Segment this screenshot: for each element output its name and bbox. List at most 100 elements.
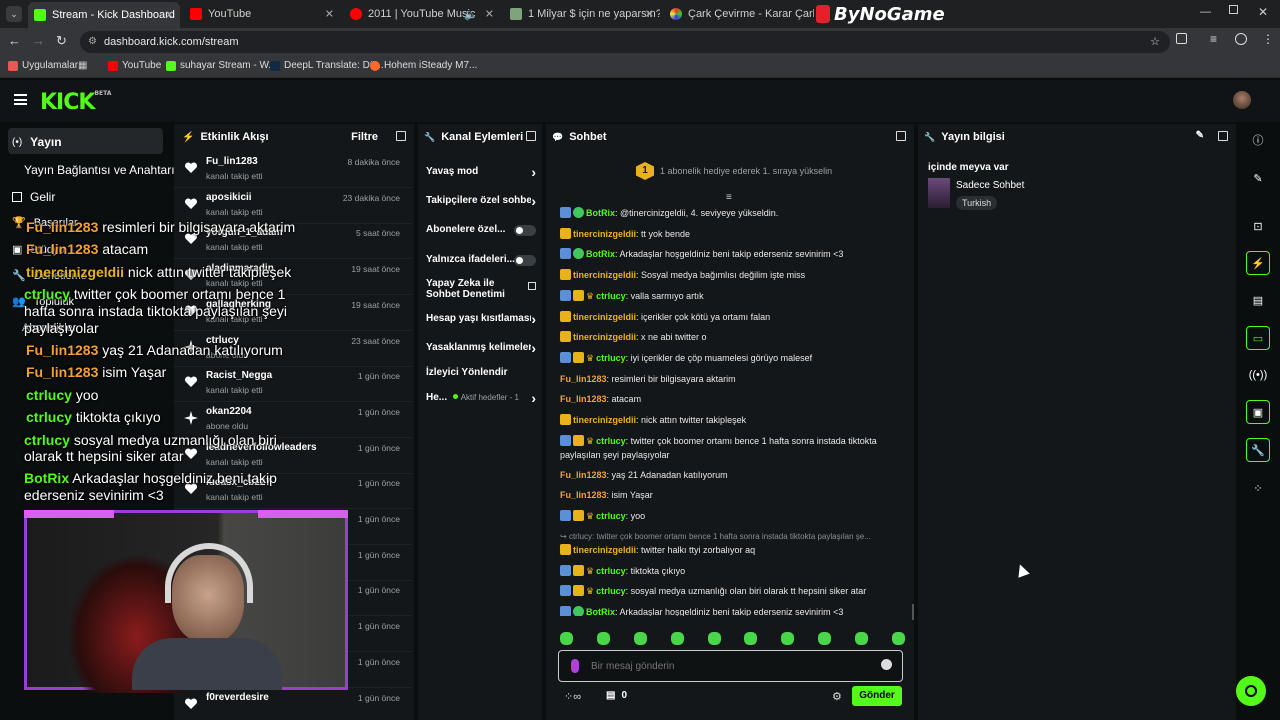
- emoji-icon[interactable]: [881, 659, 892, 670]
- close-tab-icon[interactable]: ✕: [165, 9, 174, 22]
- speaker-icon[interactable]: 🔈: [464, 8, 478, 21]
- tab-search-button[interactable]: ⌄: [6, 6, 22, 22]
- bookmark-hohem[interactable]: Hohem iSteady M7...: [370, 60, 477, 71]
- emote-icon[interactable]: [670, 632, 684, 645]
- tab-youtube-music[interactable]: 2011 | YouTube Music 🔈 ✕: [344, 4, 500, 24]
- chat-username[interactable]: ctrlucy: [596, 586, 626, 596]
- chat-username[interactable]: Fu_lin1283: [560, 374, 607, 384]
- activity-bolt-icon[interactable]: ⚡: [1246, 251, 1270, 275]
- rewards-icon[interactable]: ⁘: [1246, 476, 1270, 500]
- forward-icon[interactable]: →: [32, 33, 45, 48]
- chat-username[interactable]: ctrlucy: [596, 353, 626, 363]
- chat-message[interactable]: Fu_lin1283: atacam: [560, 392, 905, 406]
- chat-message-input[interactable]: [591, 657, 871, 675]
- tab-kick-dashboard[interactable]: Stream - Kick Dashboard ✕: [28, 2, 180, 28]
- language-tag[interactable]: Turkish: [956, 196, 998, 210]
- chat-username[interactable]: ctrlucy: [596, 291, 626, 301]
- chat-username[interactable]: BotRix: [586, 607, 615, 616]
- chat-message[interactable]: tinercinizgeldii: Sosyal medya bağımlısı…: [560, 268, 905, 282]
- broadcast-icon[interactable]: ((•)): [1246, 363, 1270, 387]
- emote-icon[interactable]: [707, 632, 721, 645]
- popout-icon[interactable]: [526, 131, 536, 141]
- emote-icon[interactable]: [596, 632, 610, 645]
- close-window-button[interactable]: ✕: [1258, 5, 1268, 19]
- chat-message[interactable]: Fu_lin1283: resimleri bir bilgisayara ak…: [560, 372, 905, 386]
- activity-row[interactable]: Fu_lin1283 kanalı takip etti 8 dakika önce: [174, 152, 412, 188]
- chat-message[interactable]: tinercinizgeldii: içerikler çok kötü ya …: [560, 310, 905, 324]
- activity-row[interactable]: f0reverdesire 1 gün önce: [174, 688, 412, 720]
- bookmark-kick[interactable]: suhayar Stream - W...: [166, 60, 277, 71]
- chat-message[interactable]: Fu_lin1283: yaş 21 Adanadan katılıyorum: [560, 468, 905, 482]
- chat-message[interactable]: ♛ ctrlucy: yoo: [560, 509, 905, 523]
- send-button[interactable]: Gönder: [852, 686, 902, 706]
- chat-message[interactable]: tinercinizgeldii: tt yok bende: [560, 227, 905, 241]
- user-avatar[interactable]: [1233, 91, 1251, 109]
- emotes-only-row[interactable]: Yalnızca ifadeleri...: [426, 254, 536, 266]
- chat-message[interactable]: ♛ ctrlucy: tiktokta çıkıyo: [560, 564, 905, 578]
- subscribers-only-toggle[interactable]: [514, 225, 536, 236]
- chat-username[interactable]: BotRix: [586, 249, 615, 259]
- popout-icon[interactable]: [1218, 131, 1228, 141]
- chat-username[interactable]: tinercinizgeldii: [573, 545, 636, 555]
- minimize-button[interactable]: —: [1200, 6, 1211, 18]
- chat-message[interactable]: tinercinizgeldii: nick attın twitter tak…: [560, 413, 905, 427]
- chat-message[interactable]: BotRix: @tinercinizgeldii, 4. seviyeye y…: [560, 206, 905, 220]
- chat-message[interactable]: ♛ ctrlucy: iyi içerikler de çöp muamelesi…: [560, 351, 905, 365]
- chat-username[interactable]: ctrlucy: [596, 566, 626, 576]
- chat-username[interactable]: tinercinizgeldii: [573, 270, 636, 280]
- chat-reply-context[interactable]: ↪ ctrlucy: twitter çok boomer ortamı ben…: [560, 530, 905, 544]
- menu-item-stream-key[interactable]: Yayın Bağlantısı ve Anahtarı: [24, 163, 175, 177]
- category-name[interactable]: Sadece Sohbet: [956, 180, 1024, 191]
- account-age-row[interactable]: Hesap yaşı kısıtlaması ›: [426, 313, 536, 324]
- chat-message[interactable]: ♛ ctrlucy: valla sarmıyo artık: [560, 289, 905, 303]
- chat-username[interactable]: ctrlucy: [596, 511, 626, 521]
- chat-scrollbar[interactable]: [912, 604, 914, 620]
- goals-row[interactable]: He... Aktif hedefler - 1 ›: [426, 392, 536, 403]
- close-tab-icon[interactable]: ✕: [325, 8, 334, 21]
- pin-icon[interactable]: ≡: [726, 192, 732, 203]
- emotes-only-toggle[interactable]: [514, 255, 536, 266]
- moderation-wrench-icon[interactable]: 🔧: [1246, 438, 1270, 462]
- chat-input[interactable]: [558, 650, 903, 682]
- banned-words-row[interactable]: Yasaklanmış kelimeler ›: [426, 342, 536, 353]
- url-bar[interactable]: ⚙ dashboard.kick.com/stream ☆: [80, 31, 1170, 53]
- chat-settings-icon[interactable]: ⚙: [832, 690, 842, 703]
- popout-icon[interactable]: [896, 131, 906, 141]
- browser-menu-icon[interactable]: ⋮: [1262, 32, 1274, 46]
- emote-icon[interactable]: [818, 632, 832, 645]
- emote-icon[interactable]: [744, 632, 758, 645]
- chat-username[interactable]: tinercinizgeldii: [573, 332, 636, 342]
- kick-logo[interactable]: KICKBETA: [40, 90, 111, 115]
- tab-youtube[interactable]: YouTube ✕: [184, 4, 340, 24]
- chat-message[interactable]: tinercinizgeldii: x ne abi twitter o: [560, 330, 905, 344]
- chat-message[interactable]: tinercinizgeldii: twitter halkı ttyi zor…: [560, 543, 905, 557]
- emote-icon[interactable]: [633, 632, 647, 645]
- emote-icon[interactable]: [560, 632, 573, 645]
- tab-cark[interactable]: Çark Çevirme - Karar Çarkı: [664, 4, 814, 24]
- emote-icon[interactable]: [855, 632, 868, 645]
- slow-mode-row[interactable]: Yavaş mod ›: [426, 165, 536, 179]
- edit-icon[interactable]: ✎: [1246, 166, 1270, 190]
- chat-username[interactable]: tinercinizgeldii: [573, 229, 636, 239]
- profile-icon[interactable]: [1235, 33, 1247, 45]
- chat-username[interactable]: BotRix: [586, 208, 615, 218]
- chat-message[interactable]: BotRix: Arkadaşlar hoşgeldiniz beni taki…: [560, 247, 905, 261]
- info-icon[interactable]: ⓘ: [1246, 128, 1270, 152]
- chat-username[interactable]: tinercinizgeldii: [573, 415, 636, 425]
- raid-row[interactable]: İzleyici Yönlendir: [426, 367, 536, 378]
- notes-icon[interactable]: ▤: [1246, 288, 1270, 312]
- chat-message[interactable]: ♛ ctrlucy: sosyal medya uzmanlığı olan bi…: [560, 584, 905, 598]
- edit-pencil-icon[interactable]: ✎: [1196, 130, 1204, 141]
- ai-moderation-row[interactable]: Yapay Zeka ile Sohbet Denetimi: [426, 278, 536, 300]
- site-info-icon[interactable]: ⚙: [88, 31, 97, 53]
- chat-toggle-icon[interactable]: ▭: [1246, 326, 1270, 350]
- microphone-icon[interactable]: [571, 659, 579, 673]
- bookmark-apps[interactable]: Uygulamalar: [8, 60, 78, 71]
- help-support-button[interactable]: [1236, 676, 1266, 706]
- chat-username[interactable]: Fu_lin1283: [560, 490, 607, 500]
- popout-icon[interactable]: [396, 131, 406, 141]
- menu-item-yayin[interactable]: (•) Yayın: [12, 135, 62, 149]
- bookmark-star-icon[interactable]: ☆: [1150, 31, 1160, 53]
- chat-username[interactable]: Fu_lin1283: [560, 470, 607, 480]
- filter-button[interactable]: Filtre: [351, 131, 378, 143]
